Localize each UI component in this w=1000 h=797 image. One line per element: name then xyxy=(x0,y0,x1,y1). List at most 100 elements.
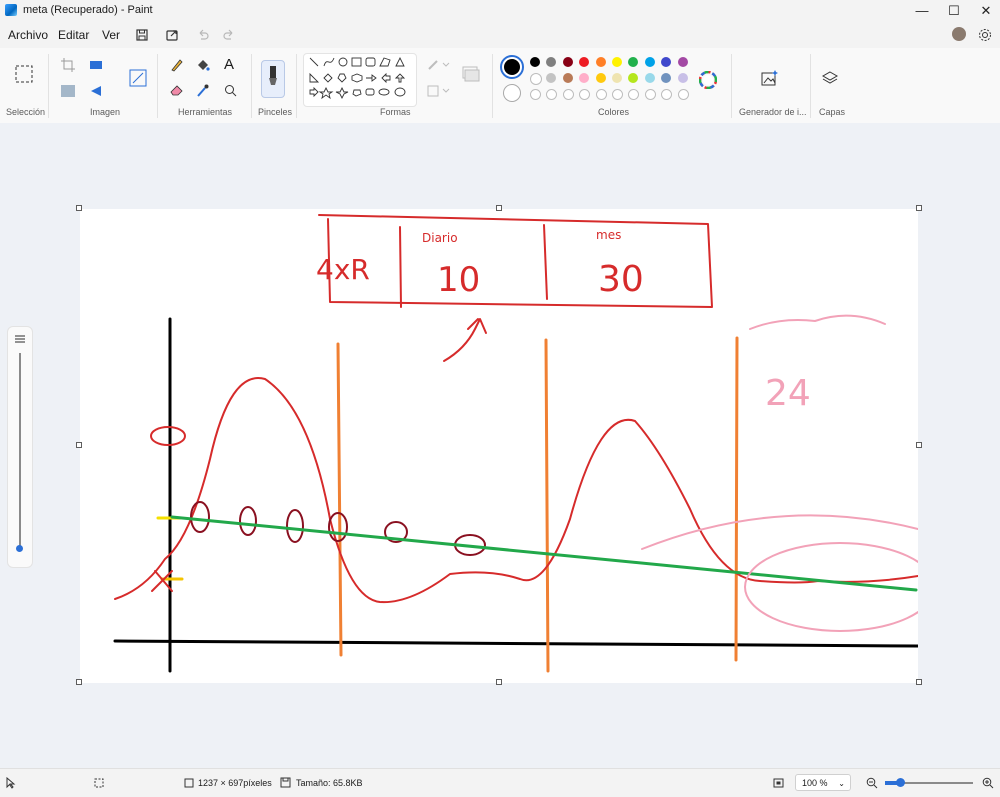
remove-background-icon[interactable] xyxy=(61,85,75,97)
image-resize-icon[interactable] xyxy=(129,69,147,87)
fill-bucket-icon[interactable] xyxy=(196,58,210,72)
resize-handle-bottom-left[interactable] xyxy=(76,679,82,685)
custom-color-swatch[interactable] xyxy=(612,89,623,100)
crop-icon[interactable] xyxy=(61,58,75,72)
color-swatch[interactable] xyxy=(595,73,606,83)
undo-icon[interactable] xyxy=(195,27,211,43)
title-bar: meta (Recuperado) - Paint — ☐ ✕ xyxy=(0,0,1000,22)
color-swatch[interactable] xyxy=(628,57,639,67)
secondary-color-swatch[interactable] xyxy=(503,84,521,102)
color-swatch[interactable] xyxy=(677,57,688,67)
brushes-button[interactable] xyxy=(261,60,285,98)
group-label-seleccion: Selección xyxy=(6,107,46,117)
edit-colors-icon[interactable] xyxy=(699,71,717,89)
vertical-zoom-slider[interactable] xyxy=(7,326,33,568)
brush-size-icon xyxy=(15,335,25,343)
close-button[interactable]: ✕ xyxy=(970,0,1000,22)
color-swatch[interactable] xyxy=(579,57,590,67)
box-right-header: mes xyxy=(596,228,621,242)
drawing-canvas[interactable]: 4xR Diario 10 mes 30 24 xyxy=(80,209,918,683)
color-swatch[interactable] xyxy=(530,73,542,85)
color-swatch[interactable] xyxy=(530,57,540,67)
shapes-gallery[interactable] xyxy=(303,53,417,107)
fit-to-window-icon[interactable] xyxy=(773,778,784,788)
maximize-button[interactable]: ☐ xyxy=(938,0,970,22)
color-swatch[interactable] xyxy=(546,73,557,83)
status-bar: 1237 × 697píxeles Tamaño: 65.8KB 100 % ⌄ xyxy=(0,768,1000,797)
color-swatch[interactable] xyxy=(644,73,655,83)
color-picker-icon[interactable] xyxy=(196,84,210,97)
shapes-icon xyxy=(309,56,406,100)
magnifier-icon[interactable] xyxy=(224,84,237,97)
resize-handle-top-right[interactable] xyxy=(916,205,922,211)
minimize-button[interactable]: — xyxy=(906,0,938,22)
rotate-icon[interactable] xyxy=(89,85,105,97)
custom-color-swatch[interactable] xyxy=(546,89,558,100)
layers-icon[interactable] xyxy=(822,70,838,86)
file-size-icon xyxy=(280,777,291,788)
custom-color-swatch[interactable] xyxy=(661,89,673,100)
red-oval xyxy=(150,426,186,446)
menu-editar[interactable]: Editar xyxy=(58,28,89,42)
zoom-slider-thumb[interactable] xyxy=(896,778,905,787)
selection-size-icon xyxy=(94,778,104,788)
ribbon-toolbar: Selección Imagen A Herramientas Pinceles… xyxy=(0,48,1000,124)
box-left-text: 4xR xyxy=(316,253,370,286)
fill-icon[interactable] xyxy=(427,84,451,98)
outline-icon[interactable] xyxy=(427,58,451,72)
resize-handle-left[interactable] xyxy=(76,442,82,448)
canvas-dimensions: 1237 × 697píxeles xyxy=(198,778,272,788)
custom-color-swatch[interactable] xyxy=(595,89,607,100)
text-tool-icon[interactable]: A xyxy=(224,56,234,73)
shape-style-icon[interactable] xyxy=(462,66,480,82)
primary-color-fill xyxy=(504,59,520,75)
menu-ver[interactable]: Ver xyxy=(102,28,120,42)
color-swatch[interactable] xyxy=(562,57,573,67)
color-swatch[interactable] xyxy=(595,57,606,67)
resize-icon[interactable] xyxy=(89,58,105,72)
custom-color-swatch[interactable] xyxy=(562,89,574,100)
eraser-icon[interactable] xyxy=(170,84,184,96)
pencil-icon[interactable] xyxy=(170,58,184,72)
color-swatch[interactable] xyxy=(677,73,688,83)
group-label-colores: Colores xyxy=(598,107,630,117)
ribbon-separator xyxy=(492,54,493,118)
color-swatch[interactable] xyxy=(644,57,655,67)
custom-color-swatch[interactable] xyxy=(644,89,656,100)
share-icon[interactable] xyxy=(164,27,180,43)
account-avatar[interactable] xyxy=(952,27,966,41)
menu-archivo[interactable]: Archivo xyxy=(8,28,48,42)
resize-handle-right[interactable] xyxy=(916,442,922,448)
color-swatch[interactable] xyxy=(612,57,622,67)
custom-color-swatch[interactable] xyxy=(677,89,689,100)
window-title: meta (Recuperado) - Paint xyxy=(23,4,153,16)
canvas-work-area: 4xR Diario 10 mes 30 24 xyxy=(0,123,1000,768)
zoom-level-select[interactable]: 100 % ⌄ xyxy=(795,774,851,791)
zoom-in-icon[interactable] xyxy=(982,777,994,789)
selection-icon[interactable] xyxy=(14,64,34,84)
color-swatch[interactable] xyxy=(612,73,622,83)
slider-thumb[interactable] xyxy=(16,545,23,552)
custom-color-swatch[interactable] xyxy=(579,89,591,100)
custom-color-swatch[interactable] xyxy=(530,89,541,100)
resize-handle-top[interactable] xyxy=(496,205,502,211)
resize-handle-bottom-right[interactable] xyxy=(916,679,922,685)
resize-handle-top-left[interactable] xyxy=(76,205,82,211)
custom-color-swatch[interactable] xyxy=(628,89,640,100)
settings-gear-icon[interactable] xyxy=(977,27,993,43)
save-icon[interactable] xyxy=(134,27,150,43)
image-generator-icon[interactable] xyxy=(761,69,779,87)
menu-bar: Archivo Editar Ver xyxy=(0,22,1000,48)
group-label-formas: Formas xyxy=(380,107,411,117)
zoom-out-icon[interactable] xyxy=(866,777,878,789)
color-swatch[interactable] xyxy=(661,57,672,67)
redo-icon[interactable] xyxy=(221,27,237,43)
color-swatch[interactable] xyxy=(579,73,590,83)
color-swatch[interactable] xyxy=(661,73,672,83)
pointer-icon xyxy=(6,777,16,789)
resize-handle-bottom[interactable] xyxy=(496,679,502,685)
color-swatch[interactable] xyxy=(562,73,573,83)
primary-color-swatch[interactable] xyxy=(500,55,524,79)
color-swatch[interactable] xyxy=(546,57,557,67)
color-swatch[interactable] xyxy=(628,73,639,83)
